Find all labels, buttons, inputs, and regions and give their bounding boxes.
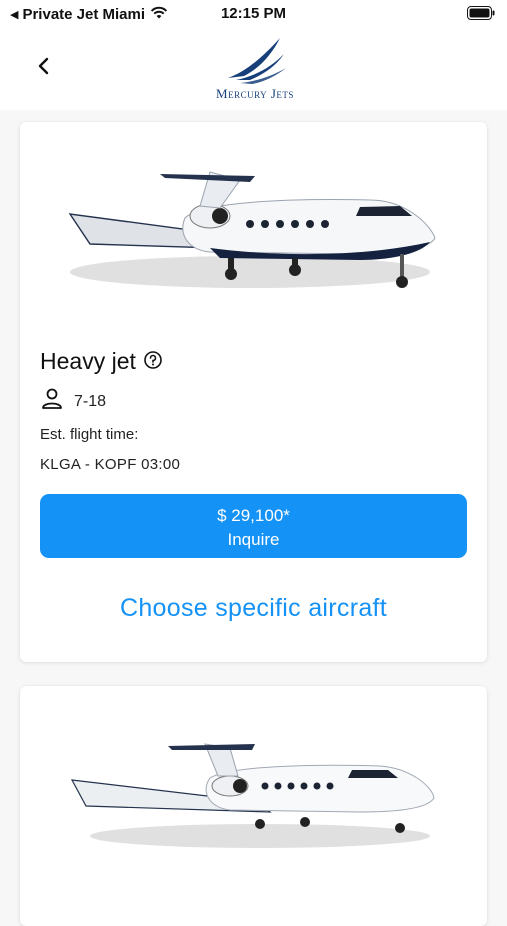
person-icon — [40, 388, 64, 415]
battery-icon — [467, 6, 495, 25]
route-text: KLGA - KOPF 03:00 — [40, 456, 181, 473]
back-button[interactable] — [30, 54, 58, 82]
aircraft-card: Heavy jet 7-18 Est. flight time: KLGA - … — [20, 122, 487, 662]
back-chevron-icon — [37, 57, 51, 80]
inquire-label: Inquire — [227, 530, 280, 549]
status-time: 12:15 PM — [220, 5, 287, 22]
flight-time-label: Est. flight time: — [40, 426, 139, 443]
choose-specific-aircraft-link[interactable]: Choose specific aircraft — [20, 594, 487, 623]
aircraft-card-2 — [20, 686, 487, 926]
category-label: Heavy jet — [40, 348, 136, 374]
passenger-count: 7-18 — [74, 392, 107, 410]
price-label: $ 29,100* — [217, 506, 290, 525]
nav-bar: Mercury Jets — [0, 28, 507, 110]
jet-image — [60, 162, 440, 307]
passenger-row: 7-18 — [40, 388, 106, 415]
inquire-button[interactable]: $ 29,100* Inquire — [40, 494, 467, 558]
swoosh-icon — [228, 38, 286, 84]
mercury-jets-logo: Mercury Jets — [200, 32, 310, 104]
logo-text: Mercury Jets — [216, 86, 294, 101]
help-icon[interactable] — [144, 348, 162, 375]
card-title: Heavy jet — [40, 348, 162, 375]
jet-image-2 — [60, 736, 440, 861]
status-bar: ◀ Private Jet Miami 12:15 PM — [0, 0, 507, 28]
